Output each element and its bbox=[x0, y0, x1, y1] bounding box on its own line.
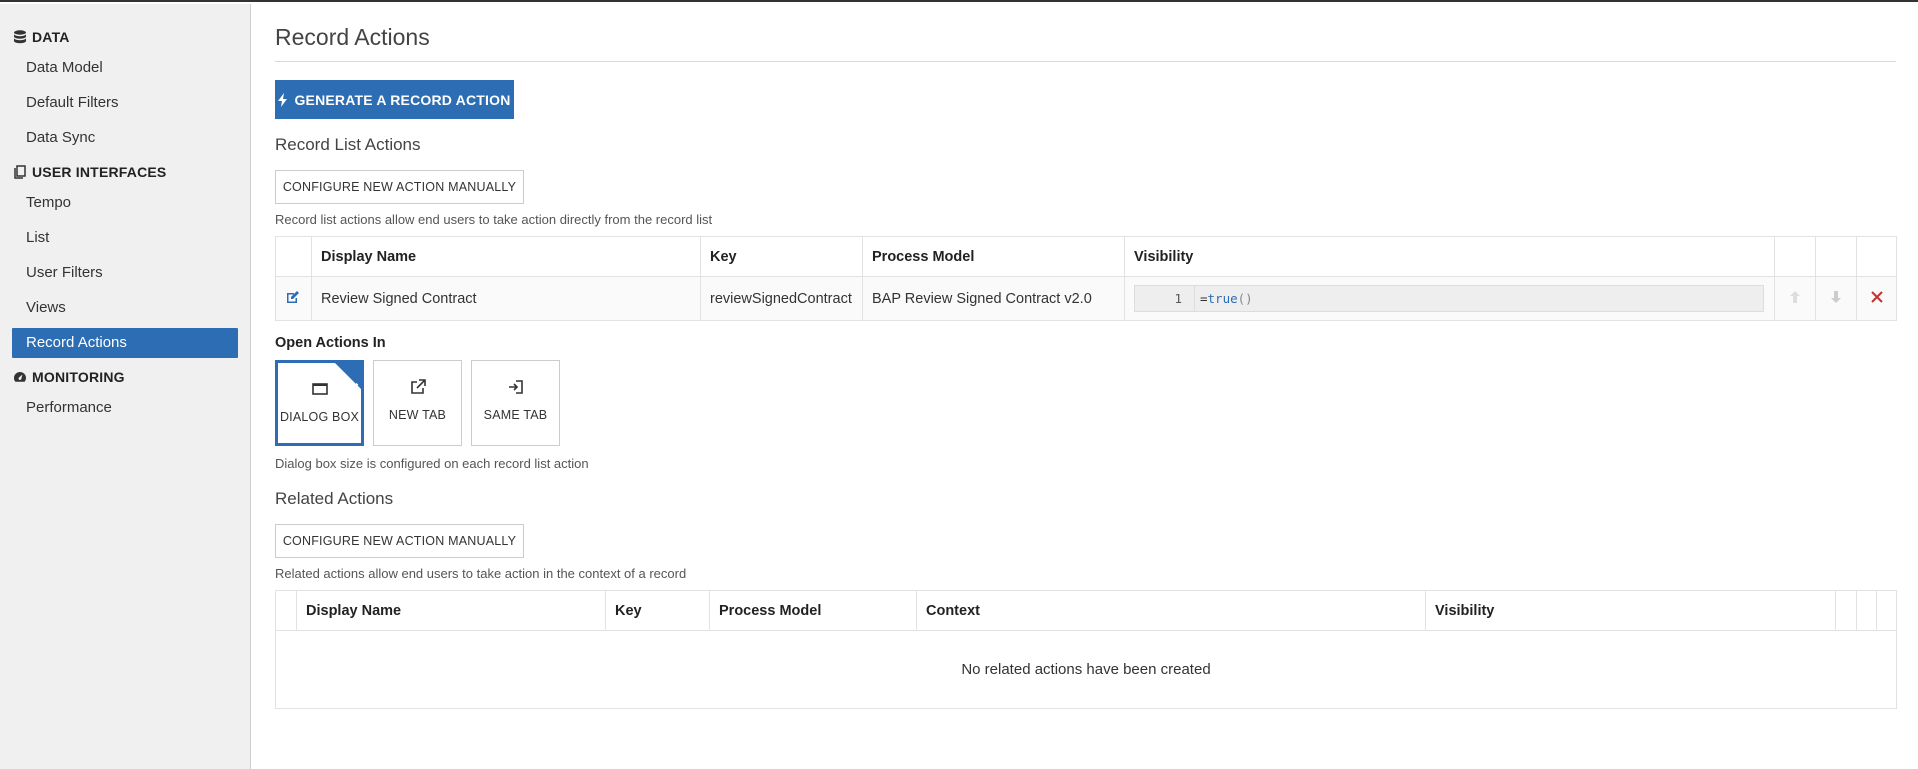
column-header: Process Model bbox=[862, 236, 1125, 277]
record-list-table: Display Name Key Process Model Visibilit… bbox=[275, 236, 1897, 321]
visibility-expression-editor[interactable]: 1 =true() bbox=[1134, 285, 1764, 312]
configure-related-action-button[interactable]: CONFIGURE NEW ACTION MANUALLY bbox=[275, 524, 524, 558]
expression-text: =true() bbox=[1200, 291, 1253, 306]
related-actions-table: Display Name Key Process Model Context V… bbox=[275, 590, 1897, 709]
sidebar-item-list[interactable]: List bbox=[12, 223, 238, 253]
column-header: Display Name bbox=[311, 236, 701, 277]
table-row: Review Signed Contract reviewSignedContr… bbox=[275, 276, 1897, 321]
sidebar-item-tempo[interactable]: Tempo bbox=[12, 188, 238, 218]
column-header: Visibility bbox=[1425, 590, 1836, 631]
database-icon bbox=[14, 30, 26, 44]
configure-record-list-action-button[interactable]: CONFIGURE NEW ACTION MANUALLY bbox=[275, 170, 524, 204]
display-name-cell: Review Signed Contract bbox=[311, 276, 701, 321]
sign-in-icon bbox=[508, 380, 523, 394]
column-header: Key bbox=[605, 590, 710, 631]
record-list-help: Record list actions allow end users to t… bbox=[275, 212, 713, 227]
sidebar-item-data-sync[interactable]: Data Sync bbox=[12, 123, 238, 153]
open-in-help: Dialog box size is configured on each re… bbox=[275, 456, 589, 471]
sidebar-item-views[interactable]: Views bbox=[12, 293, 238, 323]
open-actions-in-label: Open Actions In bbox=[275, 335, 386, 351]
related-actions-heading: Related Actions bbox=[275, 489, 394, 508]
copy-icon bbox=[14, 165, 26, 179]
line-number: 1 bbox=[1135, 286, 1195, 311]
check-icon bbox=[343, 382, 359, 395]
table-header-row: Display Name Key Process Model Visibilit… bbox=[275, 236, 1897, 277]
move-down-cell[interactable] bbox=[1815, 276, 1857, 321]
empty-row: No related actions have been created bbox=[275, 630, 1897, 709]
process-model-cell: BAP Review Signed Contract v2.0 bbox=[862, 276, 1125, 321]
section-user-interfaces: USER INTERFACES bbox=[0, 161, 250, 183]
generate-record-action-button[interactable]: GENERATE A RECORD ACTION bbox=[275, 80, 514, 119]
delete-cell[interactable] bbox=[1856, 276, 1897, 321]
option-same-tab[interactable]: SAME TAB bbox=[471, 360, 560, 446]
sidebar-item-default-filters[interactable]: Default Filters bbox=[12, 88, 238, 118]
move-up-cell[interactable] bbox=[1774, 276, 1816, 321]
option-dialog-box[interactable]: DIALOG BOX bbox=[275, 360, 364, 446]
page-title: Record Actions bbox=[275, 4, 1896, 62]
sidebar-item-data-model[interactable]: Data Model bbox=[12, 53, 238, 83]
arrow-down-icon[interactable] bbox=[1829, 290, 1843, 304]
column-header: Process Model bbox=[709, 590, 917, 631]
external-link-icon bbox=[410, 379, 426, 394]
table-header-row: Display Name Key Process Model Context V… bbox=[275, 590, 1897, 631]
bolt-icon bbox=[278, 92, 288, 107]
sidebar-item-record-actions[interactable]: Record Actions bbox=[12, 328, 238, 358]
delete-icon[interactable] bbox=[1870, 290, 1884, 304]
record-list-actions-heading: Record List Actions bbox=[275, 135, 421, 154]
window-icon bbox=[311, 383, 328, 395]
section-monitoring: MONITORING bbox=[0, 366, 250, 388]
section-data: DATA bbox=[0, 26, 250, 48]
sidebar-item-user-filters[interactable]: User Filters bbox=[12, 258, 238, 288]
arrow-up-icon[interactable] bbox=[1788, 290, 1802, 304]
edit-cell[interactable] bbox=[275, 276, 312, 321]
key-cell: reviewSignedContract bbox=[700, 276, 863, 321]
column-header: Key bbox=[700, 236, 863, 277]
related-help: Related actions allow end users to take … bbox=[275, 566, 687, 581]
column-header: Display Name bbox=[296, 590, 606, 631]
option-new-tab[interactable]: NEW TAB bbox=[373, 360, 462, 446]
sidebar-item-performance[interactable]: Performance bbox=[12, 393, 238, 423]
column-header: Context bbox=[916, 590, 1426, 631]
column-header: Visibility bbox=[1124, 236, 1775, 277]
main-content: Record Actions GENERATE A RECORD ACTION … bbox=[275, 4, 1897, 709]
edit-icon[interactable] bbox=[286, 290, 300, 304]
dashboard-icon bbox=[14, 372, 26, 382]
sidebar: DATA Data Model Default Filters Data Syn… bbox=[0, 4, 251, 769]
empty-message: No related actions have been created bbox=[275, 630, 1897, 709]
visibility-cell: 1 =true() bbox=[1124, 276, 1775, 321]
